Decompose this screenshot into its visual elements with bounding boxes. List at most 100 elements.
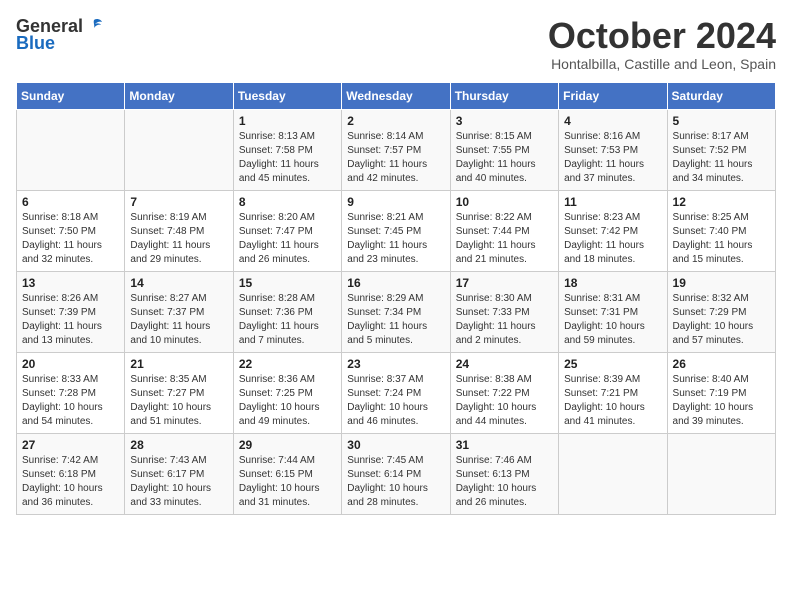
calendar-day-cell: 22 Sunrise: 8:36 AM Sunset: 7:25 PM Dayli… xyxy=(233,352,341,433)
calendar-day-cell: 8 Sunrise: 8:20 AM Sunset: 7:47 PM Daylig… xyxy=(233,190,341,271)
calendar-day-cell: 3Sunrise: 8:15 AM Sunset: 7:55 PM Daylig… xyxy=(450,109,558,190)
calendar-day-cell: 15 Sunrise: 8:28 AM Sunset: 7:36 PM Dayli… xyxy=(233,271,341,352)
day-info: Sunrise: 8:25 AM Sunset: 7:40 PM Dayligh… xyxy=(673,211,770,267)
day-info: Sunrise: 8:30 AM Sunset: 7:33 PM Dayligh… xyxy=(456,292,553,348)
calendar-day-cell: 21 Sunrise: 8:35 AM Sunset: 7:27 PM Dayli… xyxy=(125,352,233,433)
day-info: Sunrise: 8:36 AM Sunset: 7:25 PM Dayligh… xyxy=(239,373,336,429)
calendar-header-cell: Tuesday xyxy=(233,82,341,109)
calendar-day-cell: 29 Sunrise: 7:44 AM Sunset: 6:15 PM Dayli… xyxy=(233,433,341,514)
day-info: Sunrise: 8:39 AM Sunset: 7:21 PM Dayligh… xyxy=(564,373,661,429)
title-block: October 2024 Hontalbilla, Castille and L… xyxy=(548,16,776,72)
day-number: 22 xyxy=(239,357,336,371)
month-title: October 2024 xyxy=(548,16,776,56)
day-number: 19 xyxy=(673,276,770,290)
day-info: Sunrise: 8:26 AM Sunset: 7:39 PM Dayligh… xyxy=(22,292,119,348)
day-number: 27 xyxy=(22,438,119,452)
logo-blue: Blue xyxy=(16,33,103,54)
day-number: 10 xyxy=(456,195,553,209)
day-info: Sunrise: 7:46 AM Sunset: 6:13 PM Dayligh… xyxy=(456,454,553,510)
calendar-header-cell: Saturday xyxy=(667,82,775,109)
day-number: 25 xyxy=(564,357,661,371)
calendar-header-cell: Friday xyxy=(559,82,667,109)
day-info: Sunrise: 8:14 AM Sunset: 7:57 PM Dayligh… xyxy=(347,130,444,186)
logo: General Blue xyxy=(16,16,103,54)
calendar-header-cell: Sunday xyxy=(17,82,125,109)
day-info: Sunrise: 7:45 AM Sunset: 6:14 PM Dayligh… xyxy=(347,454,444,510)
day-number: 15 xyxy=(239,276,336,290)
day-number: 17 xyxy=(456,276,553,290)
day-info: Sunrise: 8:38 AM Sunset: 7:22 PM Dayligh… xyxy=(456,373,553,429)
calendar-week-row: 13 Sunrise: 8:26 AM Sunset: 7:39 PM Dayli… xyxy=(17,271,776,352)
calendar-day-cell xyxy=(125,109,233,190)
day-number: 3 xyxy=(456,114,553,128)
day-number: 30 xyxy=(347,438,444,452)
day-number: 24 xyxy=(456,357,553,371)
day-info: Sunrise: 8:27 AM Sunset: 7:37 PM Dayligh… xyxy=(130,292,227,348)
day-number: 13 xyxy=(22,276,119,290)
calendar-day-cell: 9 Sunrise: 8:21 AM Sunset: 7:45 PM Daylig… xyxy=(342,190,450,271)
calendar-day-cell: 16 Sunrise: 8:29 AM Sunset: 7:34 PM Dayli… xyxy=(342,271,450,352)
day-info: Sunrise: 8:37 AM Sunset: 7:24 PM Dayligh… xyxy=(347,373,444,429)
calendar-day-cell: 18Sunrise: 8:31 AM Sunset: 7:31 PM Dayli… xyxy=(559,271,667,352)
page-header: General Blue October 2024 Hontalbilla, C… xyxy=(16,16,776,72)
day-info: Sunrise: 8:16 AM Sunset: 7:53 PM Dayligh… xyxy=(564,130,661,186)
calendar-header-row: SundayMondayTuesdayWednesdayThursdayFrid… xyxy=(17,82,776,109)
calendar-day-cell xyxy=(17,109,125,190)
day-info: Sunrise: 8:28 AM Sunset: 7:36 PM Dayligh… xyxy=(239,292,336,348)
calendar-day-cell: 11 Sunrise: 8:23 AM Sunset: 7:42 PM Dayli… xyxy=(559,190,667,271)
day-number: 12 xyxy=(673,195,770,209)
day-info: Sunrise: 8:32 AM Sunset: 7:29 PM Dayligh… xyxy=(673,292,770,348)
day-info: Sunrise: 8:13 AM Sunset: 7:58 PM Dayligh… xyxy=(239,130,336,186)
day-number: 5 xyxy=(673,114,770,128)
day-info: Sunrise: 8:20 AM Sunset: 7:47 PM Dayligh… xyxy=(239,211,336,267)
calendar-day-cell: 5 Sunrise: 8:17 AM Sunset: 7:52 PM Daylig… xyxy=(667,109,775,190)
day-info: Sunrise: 8:19 AM Sunset: 7:48 PM Dayligh… xyxy=(130,211,227,267)
day-number: 1 xyxy=(239,114,336,128)
calendar-day-cell: 2 Sunrise: 8:14 AM Sunset: 7:57 PM Daylig… xyxy=(342,109,450,190)
calendar-day-cell: 27 Sunrise: 7:42 AM Sunset: 6:18 PM Dayli… xyxy=(17,433,125,514)
calendar-day-cell: 17 Sunrise: 8:30 AM Sunset: 7:33 PM Dayli… xyxy=(450,271,558,352)
calendar-day-cell: 7 Sunrise: 8:19 AM Sunset: 7:48 PM Daylig… xyxy=(125,190,233,271)
day-number: 16 xyxy=(347,276,444,290)
calendar-day-cell: 23Sunrise: 8:37 AM Sunset: 7:24 PM Dayli… xyxy=(342,352,450,433)
calendar-week-row: 27 Sunrise: 7:42 AM Sunset: 6:18 PM Dayli… xyxy=(17,433,776,514)
day-number: 29 xyxy=(239,438,336,452)
calendar-day-cell: 13 Sunrise: 8:26 AM Sunset: 7:39 PM Dayli… xyxy=(17,271,125,352)
calendar-week-row: 6 Sunrise: 8:18 AM Sunset: 7:50 PM Daylig… xyxy=(17,190,776,271)
calendar-day-cell xyxy=(559,433,667,514)
day-number: 6 xyxy=(22,195,119,209)
day-number: 2 xyxy=(347,114,444,128)
day-info: Sunrise: 8:17 AM Sunset: 7:52 PM Dayligh… xyxy=(673,130,770,186)
day-info: Sunrise: 8:35 AM Sunset: 7:27 PM Dayligh… xyxy=(130,373,227,429)
calendar-day-cell: 6 Sunrise: 8:18 AM Sunset: 7:50 PM Daylig… xyxy=(17,190,125,271)
day-number: 21 xyxy=(130,357,227,371)
day-number: 28 xyxy=(130,438,227,452)
calendar-day-cell: 20 Sunrise: 8:33 AM Sunset: 7:28 PM Dayli… xyxy=(17,352,125,433)
day-number: 4 xyxy=(564,114,661,128)
day-number: 11 xyxy=(564,195,661,209)
day-info: Sunrise: 8:18 AM Sunset: 7:50 PM Dayligh… xyxy=(22,211,119,267)
day-info: Sunrise: 8:29 AM Sunset: 7:34 PM Dayligh… xyxy=(347,292,444,348)
day-number: 8 xyxy=(239,195,336,209)
calendar-day-cell: 25 Sunrise: 8:39 AM Sunset: 7:21 PM Dayli… xyxy=(559,352,667,433)
day-number: 7 xyxy=(130,195,227,209)
calendar-day-cell: 4 Sunrise: 8:16 AM Sunset: 7:53 PM Daylig… xyxy=(559,109,667,190)
day-info: Sunrise: 8:23 AM Sunset: 7:42 PM Dayligh… xyxy=(564,211,661,267)
calendar-day-cell: 30 Sunrise: 7:45 AM Sunset: 6:14 PM Dayli… xyxy=(342,433,450,514)
day-number: 31 xyxy=(456,438,553,452)
day-info: Sunrise: 8:33 AM Sunset: 7:28 PM Dayligh… xyxy=(22,373,119,429)
day-info: Sunrise: 7:42 AM Sunset: 6:18 PM Dayligh… xyxy=(22,454,119,510)
calendar-day-cell: 12 Sunrise: 8:25 AM Sunset: 7:40 PM Dayli… xyxy=(667,190,775,271)
calendar-header-cell: Monday xyxy=(125,82,233,109)
day-number: 26 xyxy=(673,357,770,371)
day-info: Sunrise: 8:21 AM Sunset: 7:45 PM Dayligh… xyxy=(347,211,444,267)
calendar-day-cell: 1 Sunrise: 8:13 AM Sunset: 7:58 PM Daylig… xyxy=(233,109,341,190)
day-info: Sunrise: 7:44 AM Sunset: 6:15 PM Dayligh… xyxy=(239,454,336,510)
calendar-day-cell: 31 Sunrise: 7:46 AM Sunset: 6:13 PM Dayli… xyxy=(450,433,558,514)
day-number: 9 xyxy=(347,195,444,209)
day-number: 20 xyxy=(22,357,119,371)
day-info: Sunrise: 8:40 AM Sunset: 7:19 PM Dayligh… xyxy=(673,373,770,429)
calendar-day-cell: 10 Sunrise: 8:22 AM Sunset: 7:44 PM Dayli… xyxy=(450,190,558,271)
day-info: Sunrise: 8:22 AM Sunset: 7:44 PM Dayligh… xyxy=(456,211,553,267)
calendar-day-cell: 24 Sunrise: 8:38 AM Sunset: 7:22 PM Dayli… xyxy=(450,352,558,433)
